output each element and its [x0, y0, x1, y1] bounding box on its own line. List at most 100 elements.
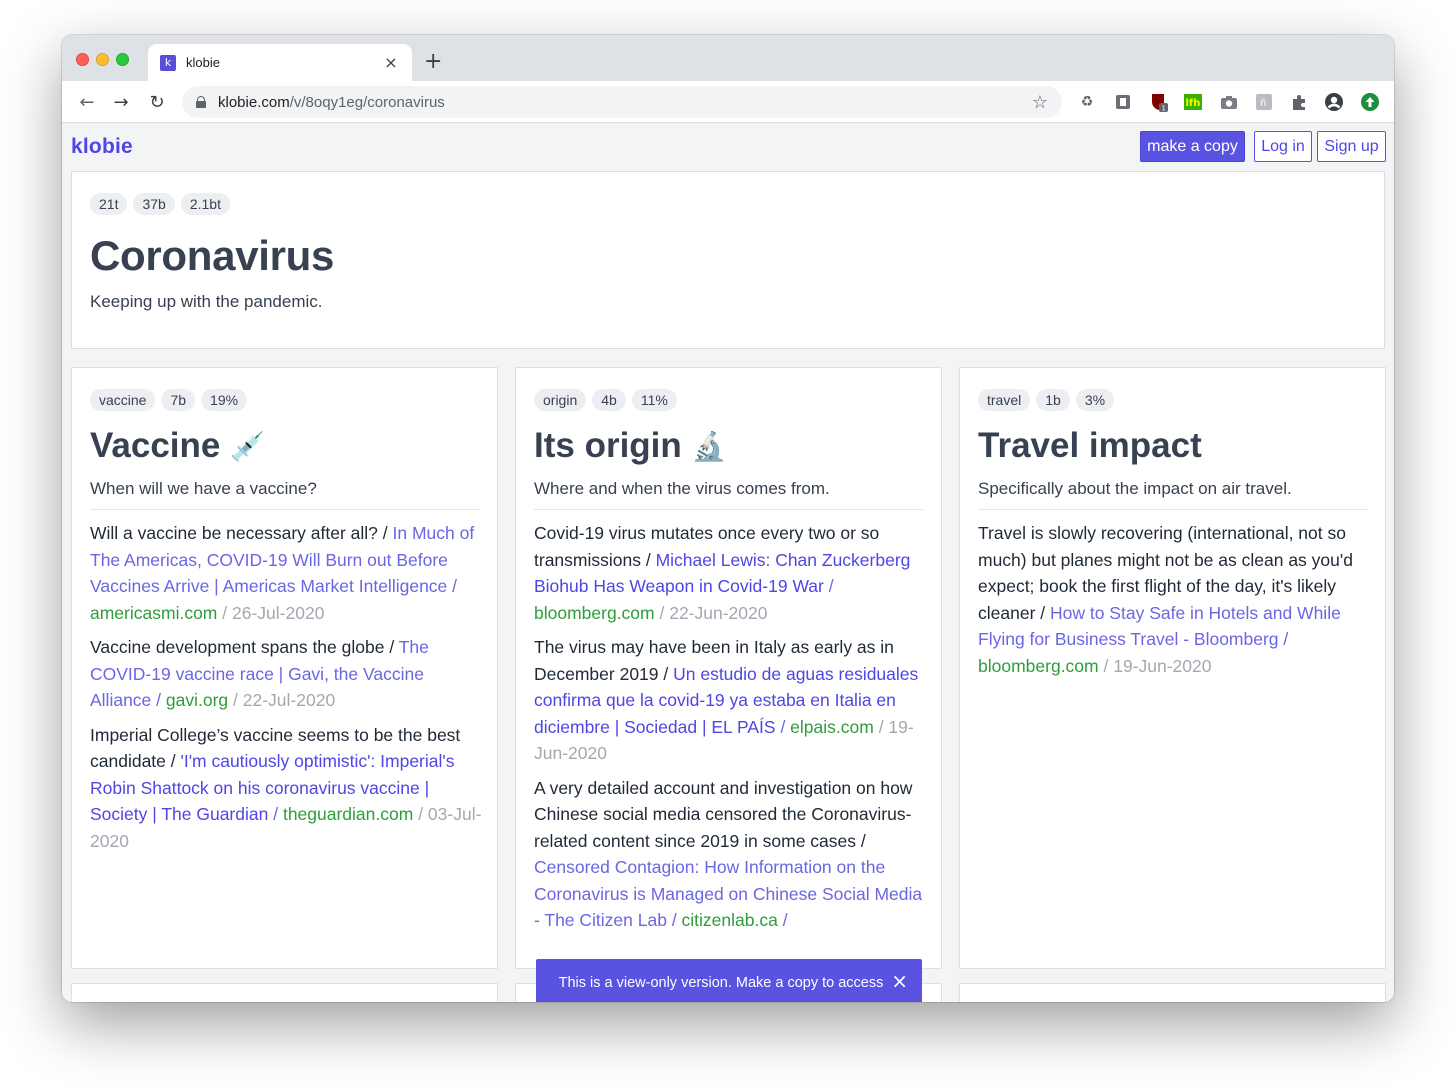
header-badges: 21t 37b 2.1bt [90, 193, 230, 215]
list-item: Vaccine development spans the globe / Th… [90, 637, 429, 710]
badge-topic-percent: 3% [1075, 389, 1115, 411]
topic-card-next [71, 983, 498, 1002]
badge-topic-percent: 19% [201, 389, 248, 411]
entry-note: A very detailed account and investigatio… [534, 777, 913, 851]
topic-title-text: Vaccine [90, 426, 221, 465]
topic-title-text: Its origin [534, 426, 682, 465]
topic-badges: vaccine 7b 19% [90, 389, 248, 411]
page-content: klobie make a copy Log in Sign up 21t 37… [62, 123, 1394, 1002]
extension-icon[interactable] [1113, 92, 1133, 112]
entry-date: 22-Jul-2020 [242, 690, 336, 710]
address-bar[interactable]: klobie.com/v/8oqy1eg/coronavirus ☆ [182, 86, 1062, 118]
entry-domain[interactable]: americasmi.com [90, 603, 217, 623]
topic-badges: travel 1b 3% [978, 389, 1115, 411]
topic-title: Vaccine 💉 [90, 426, 265, 466]
entry-domain[interactable]: bloomberg.com [534, 603, 655, 623]
new-tab-icon[interactable]: + [424, 49, 442, 75]
svg-text:lfh: lfh [1186, 98, 1201, 109]
klobie-logo[interactable]: klobie [71, 135, 133, 159]
puzzle-extensions-icon[interactable] [1289, 92, 1309, 112]
profile-avatar-icon[interactable] [1324, 92, 1344, 112]
topic-entries: Covid-19 virus mutates once every two or… [534, 520, 926, 942]
divider [90, 509, 480, 510]
badge-topic-count: 4b [592, 389, 626, 411]
entry-domain[interactable]: bloomberg.com [978, 656, 1099, 676]
page-description: Keeping up with the pandemic. [90, 292, 323, 311]
list-item: The virus may have been in Italy as earl… [534, 637, 919, 763]
badge-topic-count: 7b [161, 389, 196, 411]
sign-up-button[interactable]: Sign up [1317, 131, 1386, 162]
toast-message: This is a view-only version. Make a copy… [558, 975, 884, 1002]
browser-tab[interactable]: k klobie × [148, 44, 412, 81]
lfh-extension-icon[interactable]: lfh [1183, 92, 1203, 112]
topic-description: When will we have a vaccine? [90, 479, 317, 498]
entry-date: 26-Jul-2020 [231, 602, 325, 623]
divider [978, 509, 1368, 510]
entry-date: 19-Jun-2020 [1113, 655, 1212, 676]
topic-entries: Will a vaccine be necessary after all? /… [90, 520, 482, 862]
url-path: /v/8oqy1eg/coronavirus [289, 93, 445, 111]
tab-strip: k klobie × + [62, 35, 1394, 81]
entry-domain[interactable]: theguardian.com [283, 804, 413, 824]
browser-toolbar: ← → ↻ klobie.com/v/8oqy1eg/coronavirus ☆… [62, 81, 1394, 123]
list-item: Imperial College’s vaccine seems to be t… [90, 724, 482, 851]
topic-description: Where and when the virus comes from. [534, 479, 830, 498]
list-item: A very detailed account and investigatio… [534, 777, 923, 931]
topic-title-text: Travel impact [978, 426, 1202, 465]
translate-extension-icon[interactable]: ñ [1254, 92, 1274, 112]
close-icon[interactable]: × [891, 969, 908, 993]
lock-icon [196, 96, 206, 108]
entry-date: 22-Jun-2020 [669, 602, 768, 623]
page-title: Coronavirus [90, 232, 335, 279]
close-tab-icon[interactable]: × [382, 53, 400, 72]
entry-domain[interactable]: elpais.com [790, 717, 874, 737]
topic-title: Travel impact [978, 426, 1202, 466]
ublock-shield-icon[interactable]: 1 [1149, 92, 1169, 112]
make-copy-button[interactable]: make a copy [1140, 131, 1245, 162]
badge-bookmarks-count: 37b [133, 193, 175, 215]
topic-title: Its origin 🔬 [534, 426, 727, 466]
tab-title: klobie [186, 55, 220, 70]
browser-window: k klobie × + ← → ↻ klobie.com/v/8oqy1eg/… [62, 35, 1394, 1002]
list-item: Travel is slowly recovering (internation… [978, 523, 1353, 676]
recycle-extension-icon[interactable]: ♻ [1077, 92, 1097, 112]
badge-topic-tag: travel [978, 389, 1031, 411]
minimize-window-button[interactable] [96, 53, 109, 66]
list-item: Will a vaccine be necessary after all? /… [90, 523, 475, 623]
topic-card-next [959, 983, 1386, 1002]
reload-icon[interactable]: ↻ [144, 89, 170, 115]
topic-description: Specifically about the impact on air tra… [978, 479, 1292, 498]
topic-badges: origin 4b 11% [534, 389, 677, 411]
url-host: klobie.com [218, 93, 290, 111]
topic-card-travel: travel 1b 3% Travel impact Specifically … [959, 367, 1386, 969]
divider [534, 509, 924, 510]
camera-icon[interactable] [1219, 92, 1239, 112]
update-arrow-icon[interactable] [1360, 92, 1380, 112]
klobie-favicon-icon: k [160, 54, 176, 71]
badge-topic-tag: vaccine [90, 389, 156, 411]
topic-entries: Travel is slowly recovering (internation… [978, 520, 1370, 687]
badge-topics-count: 21t [90, 193, 128, 215]
entry-note: Vaccine development spans the globe / [90, 637, 399, 657]
log-in-button[interactable]: Log in [1254, 131, 1312, 162]
badge-topic-count: 1b [1036, 389, 1070, 411]
forward-arrow-icon[interactable]: → [108, 89, 134, 115]
back-arrow-icon[interactable]: ← [74, 89, 100, 115]
microscope-icon: 🔬 [691, 429, 727, 463]
topic-card-origin: origin 4b 11% Its origin 🔬 Where and whe… [515, 367, 942, 969]
entry-domain[interactable]: citizenlab.ca [682, 910, 778, 930]
badge-total-count: 2.1bt [180, 193, 230, 215]
badge-topic-tag: origin [534, 389, 587, 411]
topic-card-vaccine: vaccine 7b 19% Vaccine 💉 When will we ha… [71, 367, 498, 969]
url-text[interactable]: klobie.com/v/8oqy1eg/coronavirus [218, 94, 1032, 111]
maximize-window-button[interactable] [116, 53, 129, 66]
badge-topic-percent: 11% [631, 389, 677, 411]
entry-domain[interactable]: gavi.org [166, 690, 228, 710]
view-only-toast: This is a view-only version. Make a copy… [536, 959, 922, 1002]
close-window-button[interactable] [76, 53, 89, 66]
svg-text:ñ: ñ [1260, 98, 1266, 109]
bookmark-star-icon[interactable]: ☆ [1032, 92, 1048, 113]
svg-text:1: 1 [1162, 105, 1166, 113]
board-header-card: 21t 37b 2.1bt Coronavirus Keeping up wit… [71, 171, 1385, 349]
syringe-icon: 💉 [230, 429, 266, 463]
